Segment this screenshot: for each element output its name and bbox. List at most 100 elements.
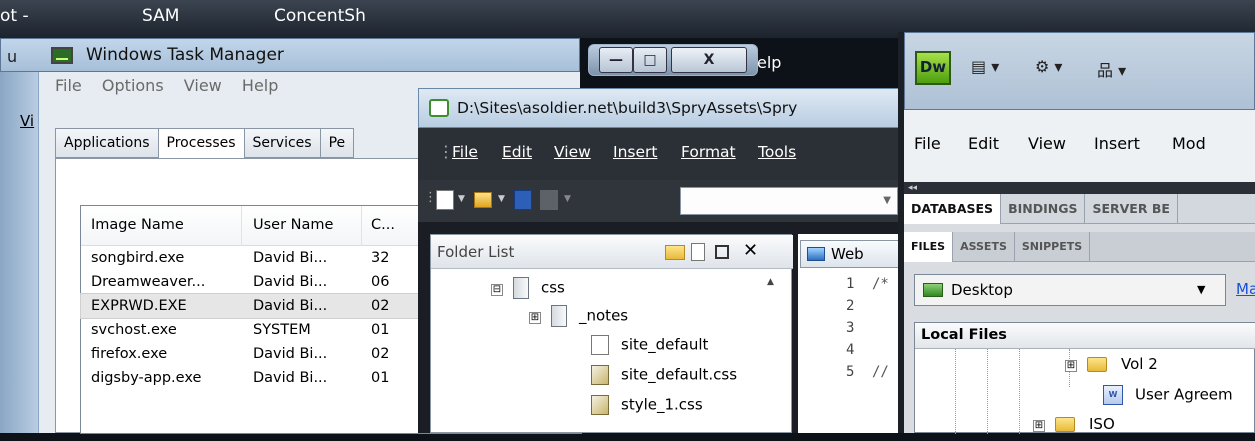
layout-icon[interactable]: ▤ ▾ (971, 57, 999, 76)
line-number: 2 (846, 298, 855, 314)
local-files-header: Local Files (915, 323, 1255, 349)
tree-item[interactable]: style_1.css (591, 395, 703, 421)
open-folder-icon[interactable] (474, 192, 492, 208)
process-user: David Bi... (253, 346, 328, 362)
tree-item[interactable]: site_default.css (591, 365, 737, 391)
expand-icon[interactable]: ⊞ (529, 311, 541, 324)
column-cpu[interactable]: C... (371, 217, 395, 233)
menu-edit[interactable]: Edit (968, 134, 999, 153)
dreamweaver-app-bar: Dw ▤ ▾ ⚙ ▾ 品 ▾ (904, 32, 1255, 110)
chevron-down-icon[interactable]: ▼ (564, 194, 582, 214)
tab-databases[interactable]: DATABASES (904, 194, 1002, 224)
maximize-button[interactable]: □ (633, 47, 667, 73)
column-image-name[interactable]: Image Name (91, 217, 184, 233)
scroll-up-icon[interactable]: ▲ (767, 277, 774, 287)
tab-label: Web (831, 245, 864, 263)
background-item[interactable]: SAM (142, 6, 179, 26)
site-icon[interactable]: 品 ▾ (1097, 57, 1126, 81)
collapse-icon[interactable]: ⊟ (491, 283, 503, 296)
process-user: David Bi... (253, 250, 328, 266)
local-files-panel: Local Files ⊞ Vol 2 W User Agreem ⊞ ISO (914, 322, 1255, 434)
tab-performance[interactable]: Pe (319, 128, 355, 158)
expand-icon[interactable]: ⊞ (1033, 420, 1045, 432)
style-dropdown[interactable]: ▼ (680, 187, 898, 215)
tree-item[interactable]: ⊞ _notes (529, 305, 628, 331)
menu-file[interactable]: File (55, 76, 82, 95)
tab-processes[interactable]: Processes (157, 128, 245, 160)
line-number: 3 (846, 320, 855, 336)
expand-icon[interactable]: ⊞ (1065, 360, 1077, 372)
menu-bar: ⋮ File Edit View Insert Format Tools (418, 128, 900, 180)
column-local-files[interactable]: Local Files (921, 327, 1007, 343)
menu-edit[interactable]: Edit (502, 143, 532, 161)
menu-file[interactable]: File (452, 143, 478, 161)
tab-web-page[interactable]: Web (800, 240, 900, 268)
expression-web-window: D:\Sites\asoldier.net\build3\SpryAssets\… (418, 88, 900, 433)
tab-assets[interactable]: ASSETS (953, 232, 1015, 262)
save-icon[interactable] (514, 190, 532, 210)
menu-insert[interactable]: Insert (1094, 134, 1140, 153)
new-page-icon[interactable] (436, 190, 454, 210)
code-view[interactable]: Web 1 /* 2 3 4 5 // (798, 234, 900, 433)
process-image: songbird.exe (91, 250, 185, 266)
window-title: D:\Sites\asoldier.net\build3\SpryAssets\… (457, 99, 798, 117)
tab-files[interactable]: FILES (904, 232, 954, 262)
tab-services[interactable]: Services (243, 128, 321, 158)
menu-tools[interactable]: Tools (758, 143, 796, 161)
folder-icon (513, 277, 529, 299)
expression-web-titlebar[interactable]: D:\Sites\asoldier.net\build3\SpryAssets\… (418, 88, 900, 128)
tree-item[interactable]: W User Agreem (1103, 385, 1233, 411)
process-cpu: 06 (371, 274, 390, 290)
tree-item[interactable]: ⊞ Vol 2 (1065, 355, 1158, 381)
maximize-panel-icon[interactable] (715, 245, 729, 259)
background-item[interactable]: ot - (0, 6, 29, 26)
manage-sites-link[interactable]: Ma (1236, 280, 1255, 298)
tab-applications[interactable]: Applications (55, 128, 159, 158)
menu-help[interactable]: Help (242, 76, 278, 95)
panel-tabs-data: DATABASES BINDINGS SERVER BE (904, 194, 1255, 224)
tree-item[interactable]: site_default (591, 335, 708, 361)
dreamweaver-window: Dw ▤ ▾ ⚙ ▾ 品 ▾ File Edit View Insert Mod… (898, 32, 1255, 434)
close-icon[interactable]: ✕ (743, 240, 758, 261)
menu-options[interactable]: Options (102, 76, 164, 95)
tab-snippets[interactable]: SNIPPETS (1015, 232, 1091, 262)
minimize-button[interactable]: — (599, 47, 633, 73)
preview-icon[interactable] (540, 190, 558, 210)
window-controls: — □ X (588, 44, 758, 76)
tree-guide (987, 349, 988, 434)
close-button[interactable]: X (671, 47, 747, 73)
panel-tabs-files: FILES ASSETS SNIPPETS (904, 232, 1255, 262)
menu-view[interactable]: View (554, 143, 591, 161)
menu-modify[interactable]: Mod (1172, 134, 1206, 153)
menu-view[interactable]: View (1028, 134, 1066, 153)
line-number: 4 (846, 342, 855, 358)
collapse-panels-icon[interactable]: ◂◂ (904, 182, 1255, 194)
tree-item[interactable]: ⊟ css (491, 277, 565, 303)
dreamweaver-logo: Dw (915, 51, 951, 85)
tree-guide (955, 349, 956, 434)
process-cpu: 01 (371, 370, 390, 386)
menu-format[interactable]: Format (681, 143, 736, 161)
menu-file[interactable]: File (914, 134, 941, 153)
task-manager-titlebar[interactable]: u Windows Task Manager (0, 38, 580, 72)
site-select[interactable]: Desktop ▼ (914, 274, 1226, 306)
tab-bindings[interactable]: BINDINGS (1001, 194, 1086, 224)
background-window-edge: Vi (0, 72, 38, 433)
process-image: firefox.exe (91, 346, 168, 362)
new-folder-icon[interactable] (665, 245, 685, 260)
line-number: 1 (846, 276, 855, 292)
css-file-icon (591, 365, 609, 385)
process-user: David Bi... (253, 370, 328, 386)
tree-item-label: site_default (621, 335, 709, 354)
word-document-icon: W (1103, 385, 1123, 405)
gear-icon[interactable]: ⚙ ▾ (1035, 57, 1062, 76)
background-item[interactable]: ConcentSh (274, 6, 366, 26)
new-file-icon[interactable] (691, 243, 705, 261)
tab-server-behaviors[interactable]: SERVER BE (1085, 194, 1178, 224)
menu-insert[interactable]: Insert (613, 143, 657, 161)
column-user-name[interactable]: User Name (253, 217, 333, 233)
tree-item[interactable]: ⊞ ISO (1033, 415, 1115, 441)
menu-bar: File Edit View Insert Mod (904, 110, 1255, 182)
folder-list-header: Folder List ✕ (431, 235, 793, 269)
menu-view[interactable]: View (184, 76, 222, 95)
